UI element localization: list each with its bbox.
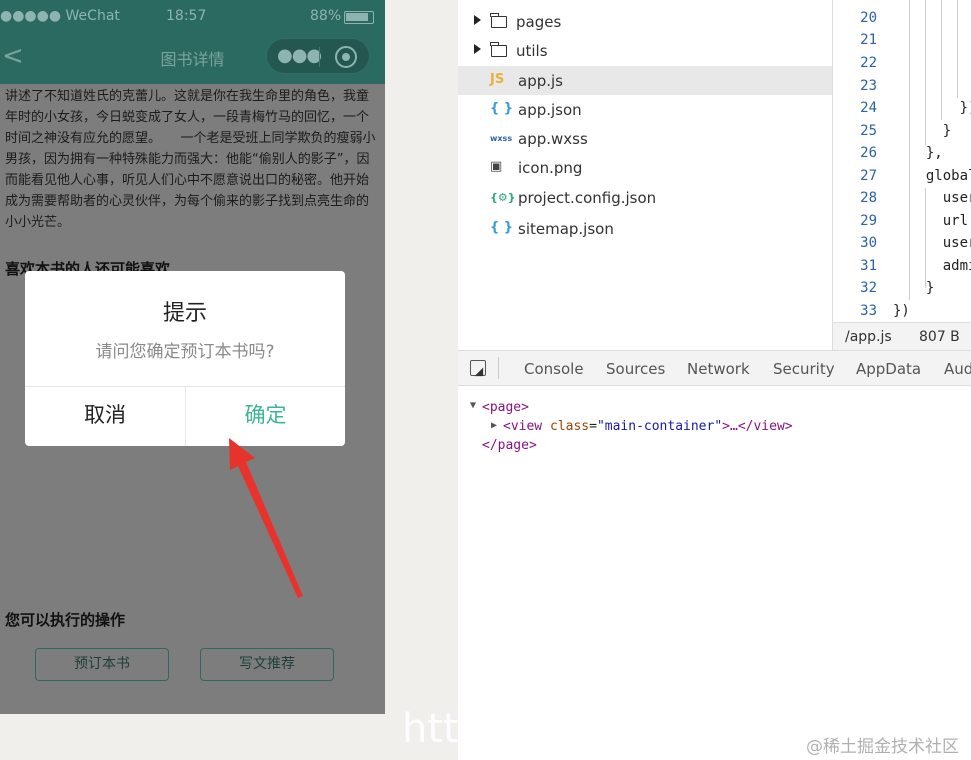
capsule-divider bbox=[319, 47, 320, 67]
line-number: 20 bbox=[860, 10, 877, 26]
line-number: 31 bbox=[860, 258, 877, 274]
expand-caret-icon[interactable] bbox=[474, 44, 481, 54]
page-close-tag: </page> bbox=[482, 438, 537, 453]
line-number: 21 bbox=[860, 32, 877, 48]
status-bar: ●●●●● WeChat 18:57 88% bbox=[0, 0, 385, 32]
tree-item-label: pages bbox=[516, 13, 562, 31]
line-number: 29 bbox=[860, 213, 877, 229]
inspect-element-icon[interactable] bbox=[470, 360, 486, 376]
json-file-icon: { } bbox=[490, 101, 514, 116]
battery-icon bbox=[344, 11, 374, 24]
signal-carrier: ●●●●● WeChat bbox=[0, 8, 120, 24]
tab-sources[interactable]: Sources bbox=[606, 360, 665, 378]
line-number: 32 bbox=[860, 280, 877, 296]
tree-item-label: icon.png bbox=[518, 159, 583, 177]
code-line: user bbox=[909, 190, 971, 206]
status-time: 18:57 bbox=[166, 8, 207, 24]
dialog-message: 请问您确定预订本书吗? bbox=[95, 342, 275, 362]
tree-item-label: app.json bbox=[518, 101, 582, 119]
tree-item-label: utils bbox=[516, 42, 548, 60]
dialog-confirm-button[interactable]: 确定 bbox=[186, 387, 345, 446]
dialog-title: 提示 bbox=[162, 301, 207, 326]
line-number: 28 bbox=[860, 190, 877, 206]
book-description: 讲述了不知道姓氏的克蕾儿。这就是你在我生命里的角色，我童年时的小女孩，今日蜕变成… bbox=[5, 89, 376, 230]
tree-item-sitemap-json[interactable]: { } sitemap.json bbox=[458, 214, 832, 243]
config-file-icon: {⚙} bbox=[490, 191, 516, 204]
battery-percent: 88% bbox=[310, 8, 342, 24]
tree-item-app-wxss[interactable]: wxss app.wxss bbox=[458, 124, 832, 153]
line-number: 26 bbox=[860, 145, 877, 161]
line-number: 25 bbox=[860, 123, 877, 139]
tree-item-label: app.js bbox=[518, 72, 563, 90]
line-number: 22 bbox=[860, 55, 877, 71]
code-line: global bbox=[909, 168, 971, 184]
code-editor[interactable]: 20 21 22 23 24 25 26 27 28 29 30 31 32 3… bbox=[832, 0, 971, 322]
watermark-right: @稀土掘金技术社区 bbox=[806, 737, 959, 757]
wxml-panel: ▼ <page> ▶ <view class="main-container">… bbox=[458, 386, 971, 760]
tree-item-label: app.wxss bbox=[518, 130, 588, 148]
tab-network[interactable]: Network bbox=[687, 360, 750, 378]
write-review-button[interactable]: 写文推荐 bbox=[200, 648, 334, 681]
tab-security[interactable]: Security bbox=[773, 360, 835, 378]
folder-icon bbox=[490, 13, 507, 28]
actions-heading: 您可以执行的操作 bbox=[5, 611, 126, 629]
line-number: 24 bbox=[860, 100, 877, 116]
code-line: }) bbox=[893, 303, 910, 319]
code-line: admi bbox=[909, 258, 971, 274]
page-open-tag[interactable]: <page> bbox=[482, 400, 529, 415]
line-number: 23 bbox=[860, 78, 877, 94]
tree-item-pages[interactable]: pages bbox=[458, 7, 832, 36]
tab-audits[interactable]: Aud bbox=[944, 360, 971, 378]
line-number: 30 bbox=[860, 235, 877, 251]
more-icon[interactable]: ●●● bbox=[277, 45, 322, 66]
view-attr-value: "main-container" bbox=[596, 419, 723, 434]
tab-appdata[interactable]: AppData bbox=[856, 360, 921, 378]
json-file-icon: { } bbox=[490, 220, 514, 235]
tree-item-app-js[interactable]: JS app.js bbox=[458, 66, 832, 95]
expand-caret-icon[interactable]: ▶ bbox=[491, 420, 497, 431]
phone-simulator: ●●●●● WeChat 18:57 88% < 图书详情 ●●● 讲述了不知道… bbox=[0, 0, 385, 714]
code-line: } bbox=[909, 280, 935, 296]
tab-divider bbox=[498, 357, 499, 379]
dialog-cancel-button[interactable]: 取消 bbox=[25, 387, 185, 446]
code-line: }) bbox=[909, 100, 971, 116]
line-number: 27 bbox=[860, 168, 877, 184]
wxss-file-icon: wxss bbox=[490, 134, 513, 143]
status-file-size: 807 B bbox=[919, 329, 960, 345]
folder-icon bbox=[490, 42, 507, 57]
editor-status-bar: /app.js 807 B bbox=[832, 322, 971, 352]
miniprogram-capsule: ●●● bbox=[266, 38, 370, 74]
code-line: } bbox=[909, 123, 952, 139]
code-line: url: bbox=[909, 213, 971, 229]
view-node[interactable]: <view class="main-container">…</view> bbox=[503, 419, 793, 434]
view-close-tag: >…</view> bbox=[722, 419, 793, 434]
tree-item-project-config[interactable]: {⚙} project.config.json bbox=[458, 183, 832, 212]
code-line: }, bbox=[909, 145, 943, 161]
collapse-caret-icon[interactable]: ▼ bbox=[470, 400, 476, 411]
file-tree: pages utils JS app.js { } app.json wxss … bbox=[458, 0, 832, 350]
expand-caret-icon[interactable] bbox=[474, 15, 481, 25]
devtools-tab-bar: Console Sources Network Security AppData… bbox=[458, 350, 971, 386]
tree-item-icon-png[interactable]: ▣ icon.png bbox=[458, 153, 832, 182]
nav-bar: < 图书详情 ●●● bbox=[0, 32, 385, 84]
status-file-path: /app.js bbox=[845, 329, 892, 345]
tree-item-utils[interactable]: utils bbox=[458, 36, 832, 65]
tree-item-label: sitemap.json bbox=[518, 220, 614, 238]
reserve-book-button[interactable]: 预订本书 bbox=[35, 648, 169, 681]
image-file-icon: ▣ bbox=[490, 159, 503, 174]
view-attr-name: class bbox=[549, 419, 590, 434]
js-file-icon: JS bbox=[490, 72, 505, 87]
tab-console[interactable]: Console bbox=[524, 360, 584, 378]
tree-item-app-json[interactable]: { } app.json bbox=[458, 95, 832, 124]
line-number: 33 bbox=[860, 303, 877, 319]
indent-guide bbox=[957, 0, 958, 98]
confirm-dialog: 提示 请问您确定预订本书吗? 取消 确定 bbox=[25, 271, 345, 446]
view-open-tag: <view bbox=[503, 419, 543, 434]
code-line: user bbox=[909, 235, 971, 251]
close-miniprogram-icon[interactable] bbox=[335, 46, 357, 68]
tree-item-label: project.config.json bbox=[518, 189, 657, 207]
